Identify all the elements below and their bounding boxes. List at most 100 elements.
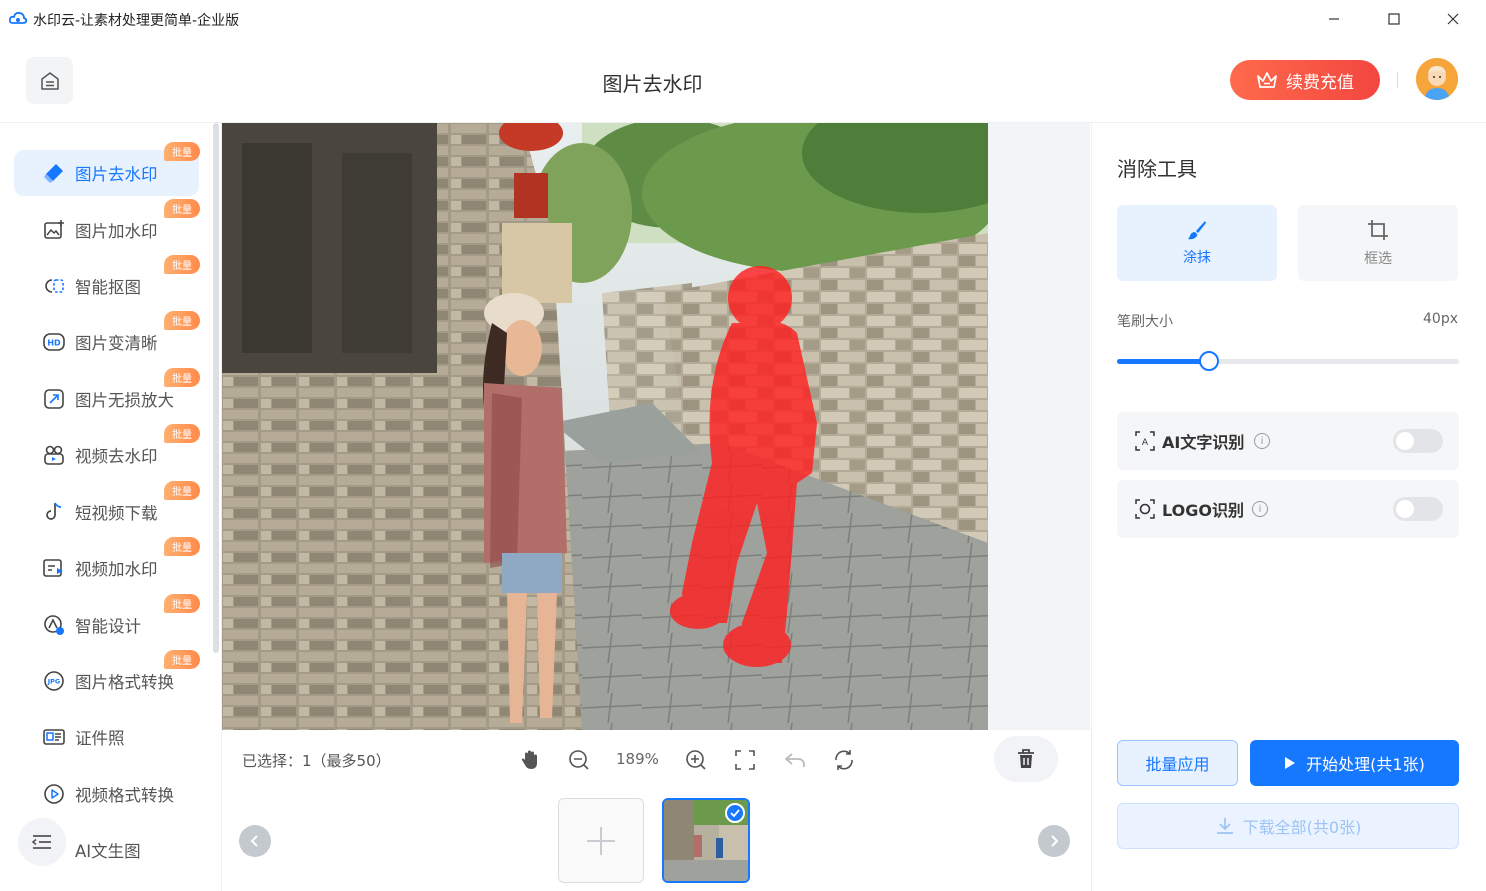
download-label: 下载全部(共0张) <box>1242 818 1362 837</box>
id-card-icon <box>43 729 65 745</box>
header-divider <box>1397 72 1398 88</box>
cutout-icon <box>45 279 64 293</box>
zoom-in-icon[interactable] <box>684 748 708 772</box>
sidebar-item-label: 图片去水印 <box>75 165 158 184</box>
sidebar-item-image-remove-watermark[interactable]: 图片去水印 批量 <box>14 142 200 196</box>
plus-icon <box>587 826 615 855</box>
info-icon[interactable]: i <box>1252 501 1268 517</box>
batch-badge: 批量 <box>164 481 200 500</box>
sidebar-item-video-format-convert[interactable]: 视频格式转换 <box>14 771 199 817</box>
canvas-toolbar: 已选择：1（最多50） 189% <box>222 730 1090 790</box>
sidebar-item-video-remove-watermark[interactable]: 视频去水印 批量 <box>14 424 200 478</box>
batch-badge: 批量 <box>164 424 200 443</box>
svg-text:HD: HD <box>47 339 61 348</box>
option-label: AI文字识别 <box>1162 433 1245 452</box>
hand-pan-icon[interactable] <box>518 748 542 772</box>
option-label: LOGO识别 <box>1162 501 1244 520</box>
sidebar-collapse-button[interactable] <box>18 818 66 866</box>
start-label: 开始处理(共1张) <box>1306 755 1425 774</box>
user-avatar-icon <box>1416 58 1458 100</box>
sidebar-item-label: 图片无损放大 <box>75 391 174 410</box>
batch-badge: 批量 <box>164 142 200 161</box>
selection-count: 已选择：1（最多50） <box>242 752 391 770</box>
sidebar-item-id-photo[interactable]: 证件照 <box>14 714 199 760</box>
next-thumb-button[interactable] <box>1038 825 1070 857</box>
panel-title: 消除工具 <box>1117 157 1197 181</box>
window-title: 水印云-让素材处理更简单-企业版 <box>33 13 240 29</box>
undo-icon[interactable] <box>783 748 807 772</box>
recharge-label: 续费充值 <box>1286 72 1354 93</box>
tiktok-icon <box>46 502 62 520</box>
minimize-button[interactable] <box>1323 8 1345 30</box>
hd-icon: HD <box>43 333 65 351</box>
chevron-right-icon <box>1051 835 1059 847</box>
prev-thumb-button[interactable] <box>239 825 271 857</box>
add-image-button[interactable] <box>558 798 644 883</box>
play-circle-icon <box>44 784 64 804</box>
delete-button[interactable] <box>994 736 1058 782</box>
brush-size-slider[interactable] <box>1117 351 1459 371</box>
zoom-out-icon[interactable] <box>567 748 591 772</box>
batch-badge: 批量 <box>164 650 200 669</box>
reset-icon[interactable] <box>832 748 856 772</box>
sidebar-item-label: 短视频下载 <box>75 504 158 523</box>
sidebar-item-lossless-enlarge[interactable]: 图片无损放大 批量 <box>14 368 200 422</box>
sidebar-item-label: AI文生图 <box>75 842 141 861</box>
recharge-button[interactable]: 续费充值 <box>1230 60 1380 100</box>
selected-check <box>725 803 745 823</box>
sidebar-item-label: 图片格式转换 <box>75 673 174 692</box>
logo-recognition-toggle[interactable] <box>1393 497 1443 521</box>
sidebar-item-smart-cutout[interactable]: 智能抠图 批量 <box>14 255 200 309</box>
close-button[interactable] <box>1442 8 1464 30</box>
sidebar-item-image-enhance[interactable]: HD 图片变清晰 批量 <box>14 311 200 365</box>
menu-collapse-icon <box>31 835 51 849</box>
maximize-button[interactable] <box>1383 8 1405 30</box>
video-add-icon <box>43 559 63 577</box>
info-icon[interactable]: i <box>1254 433 1270 449</box>
sidebar-item-label: 证件照 <box>75 729 125 748</box>
fit-screen-icon[interactable] <box>733 748 757 772</box>
sidebar-item-short-video-download[interactable]: 短视频下载 批量 <box>14 481 200 535</box>
brush-size-value: 40px <box>1423 311 1458 327</box>
eraser-icon <box>44 164 63 183</box>
box-select-tool-button[interactable]: 框选 <box>1298 205 1458 281</box>
logo-scan-icon <box>1135 499 1155 519</box>
video-eraser-icon <box>44 445 64 465</box>
brush-tool-button[interactable]: 涂抹 <box>1117 205 1277 281</box>
tool-label: 涂抹 <box>1183 250 1211 266</box>
sidebar-scrollbar[interactable] <box>213 123 219 653</box>
image-thumbnail[interactable] <box>662 798 750 883</box>
sidebar: 图片去水印 批量 图片加水印 批量 智能抠图 批量 HD 图片变清晰 批量 图片… <box>0 123 222 891</box>
chevron-left-icon <box>250 835 258 847</box>
batch-badge: 批量 <box>164 199 200 218</box>
batch-badge: 批量 <box>164 594 200 613</box>
check-icon <box>730 809 740 818</box>
sidebar-item-label: 视频格式转换 <box>75 786 174 805</box>
sidebar-item-image-format-convert[interactable]: JPG 图片格式转换 批量 <box>14 650 200 704</box>
app-header: 图片去水印 续费充值 <box>0 38 1486 123</box>
avatar[interactable] <box>1416 58 1458 100</box>
tool-label: 框选 <box>1364 251 1392 267</box>
image-canvas[interactable] <box>222 123 1090 730</box>
sidebar-item-label: 智能抠图 <box>75 278 141 297</box>
title-bar: 水印云-让素材处理更简单-企业版 <box>0 0 1486 38</box>
crown-icon <box>1257 72 1277 88</box>
sidebar-item-image-add-watermark[interactable]: 图片加水印 批量 <box>14 199 200 253</box>
brush-icon <box>1188 221 1206 240</box>
photo-preview[interactable] <box>222 123 988 730</box>
slider-fill <box>1117 359 1210 364</box>
sidebar-item-label: 图片加水印 <box>75 222 158 241</box>
batch-apply-button[interactable]: 批量应用 <box>1117 740 1238 786</box>
jpg-icon: JPG <box>44 671 64 691</box>
image-add-icon <box>44 220 64 239</box>
batch-badge: 批量 <box>164 255 200 274</box>
download-all-button[interactable]: 下载全部(共0张) <box>1117 803 1459 849</box>
sidebar-item-video-add-watermark[interactable]: 视频加水印 批量 <box>14 537 200 591</box>
logo-recognition-row: LOGO识别 i <box>1117 480 1459 538</box>
ai-text-recognition-toggle[interactable] <box>1393 429 1443 453</box>
start-processing-button[interactable]: 开始处理(共1张) <box>1250 740 1459 786</box>
sidebar-item-smart-design[interactable]: 智能设计 批量 <box>14 594 200 648</box>
download-icon <box>1216 818 1233 834</box>
slider-handle[interactable] <box>1199 351 1220 371</box>
ai-scan-icon: A <box>1135 431 1155 451</box>
